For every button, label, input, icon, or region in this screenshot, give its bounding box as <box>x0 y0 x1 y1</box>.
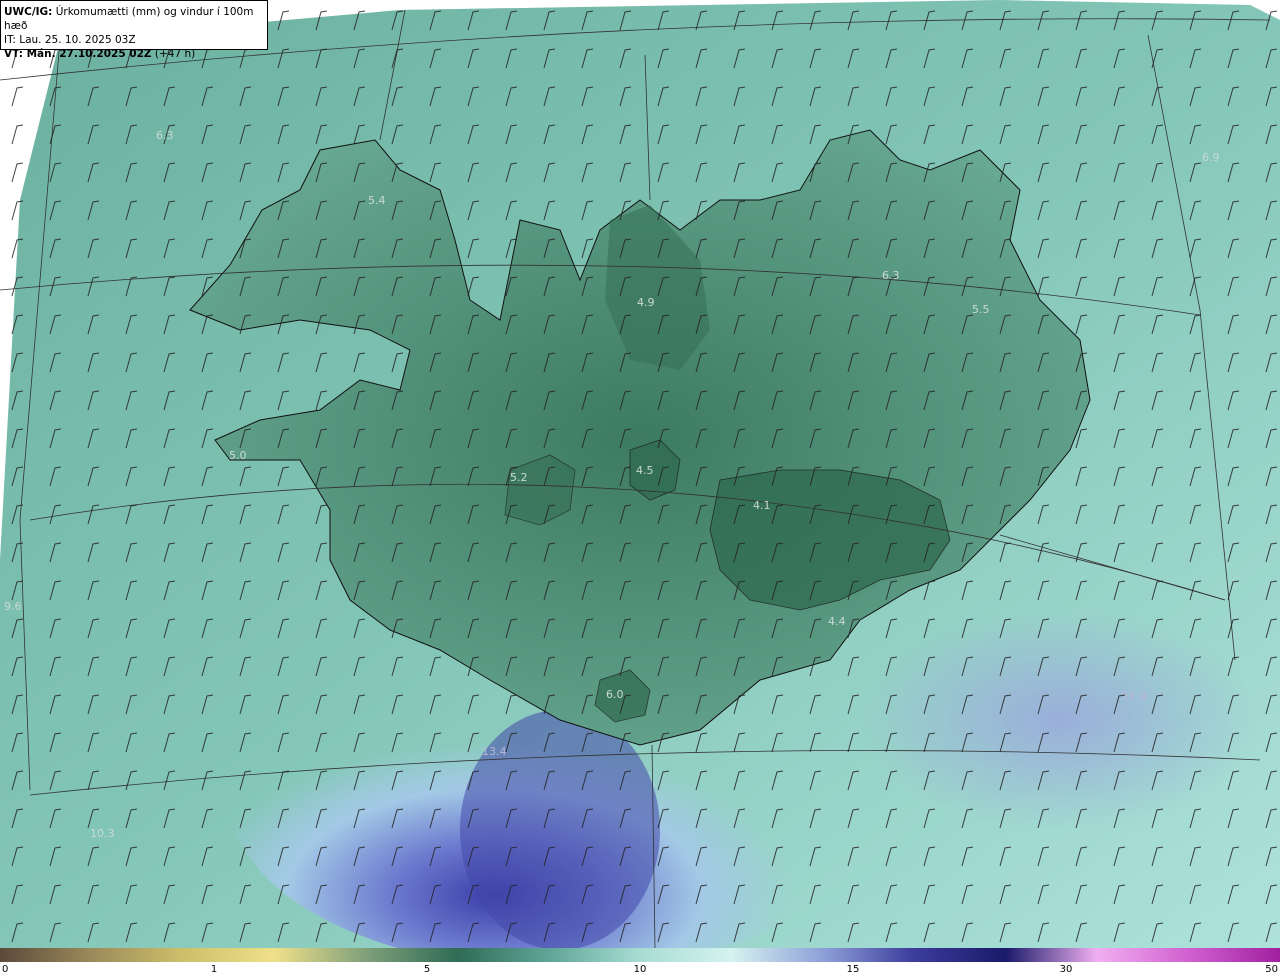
initial-time: IT: Lau. 25. 10. 2025 03Z <box>4 34 136 46</box>
value-label: 6.3 <box>156 129 174 142</box>
value-label: 5.4 <box>368 194 386 207</box>
colorbar-tick: 5 <box>423 964 431 975</box>
colorbar-tick: 0 <box>2 964 9 975</box>
value-label: 6.3 <box>882 269 900 282</box>
colorbar-tick: 30 <box>1059 964 1073 975</box>
forecast-hour: (+47 h) <box>154 48 196 60</box>
colorbar-tick: 50 <box>1265 964 1278 975</box>
value-label: 6.0 <box>606 688 624 701</box>
value-label: 4.5 <box>636 464 654 477</box>
header-line-1: UWC/IG: Úrkomumætti (mm) og vindur í 100… <box>4 5 264 33</box>
value-label: 5.2 <box>510 471 528 484</box>
value-label: 4.4 <box>828 615 846 628</box>
value-label: 5.5 <box>972 303 990 316</box>
value-label: 5.0 <box>229 449 247 462</box>
model-name: UWC/IG: <box>4 6 53 18</box>
value-label: 13.4 <box>482 745 507 758</box>
value-label: 9.6 <box>4 600 22 613</box>
value-label: 10.3 <box>90 827 115 840</box>
value-label: 11.9 <box>1122 690 1147 703</box>
header-line-3: VT: Mán. 27.10.2025 02Z (+47 h) <box>4 47 264 61</box>
colorbar-ticks: 0 1 5 10 15 30 50 <box>0 962 1280 978</box>
colorbar-tick: 1 <box>210 964 218 975</box>
colorbar-tick: 15 <box>846 964 860 975</box>
colorbar-tick: 10 <box>633 964 647 975</box>
value-label: 4.9 <box>637 296 655 309</box>
precipitation-map: 6.3 5.4 4.9 6.3 5.5 6.9 5.0 5.2 4.5 4.1 … <box>0 0 1280 948</box>
value-label: 4.1 <box>753 499 771 512</box>
map-header: UWC/IG: Úrkomumætti (mm) og vindur í 100… <box>0 0 268 60</box>
value-label: 6.9 <box>1202 151 1220 164</box>
valid-time: VT: Mán. 27.10.2025 02Z <box>4 48 152 60</box>
colorbar <box>0 948 1280 962</box>
